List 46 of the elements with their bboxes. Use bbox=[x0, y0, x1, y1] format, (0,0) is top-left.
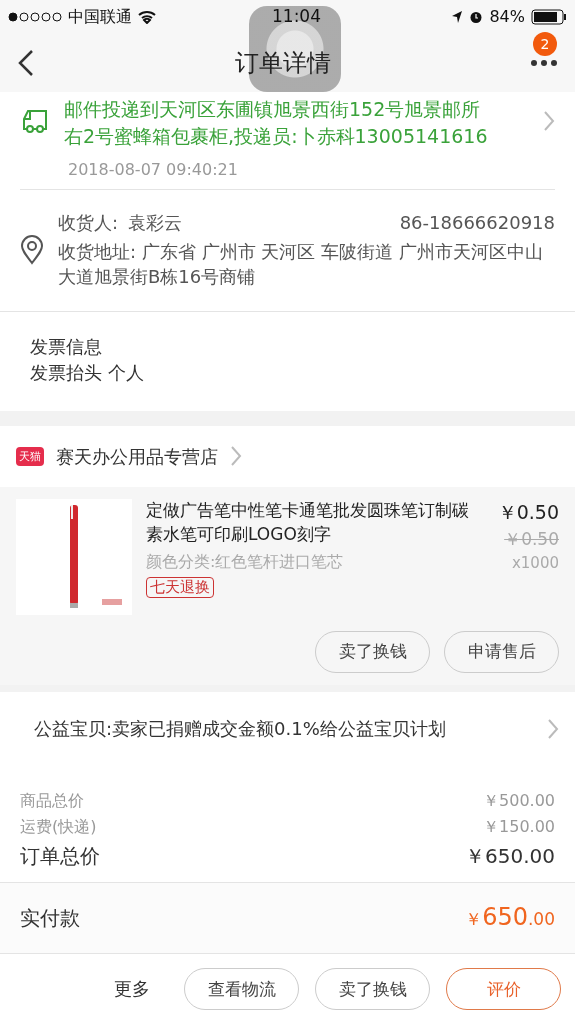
receiver-name: 袁彩云 bbox=[128, 210, 183, 235]
product-price: ￥0.50 bbox=[497, 499, 559, 525]
shop-name[interactable]: 赛天办公用品专营店 bbox=[56, 443, 218, 469]
back-icon[interactable] bbox=[18, 48, 34, 77]
product-action-button[interactable]: 申请售后 bbox=[444, 630, 559, 673]
location-pin-icon bbox=[20, 234, 44, 265]
invoice-detail: 发票抬头 个人 bbox=[30, 360, 145, 385]
receiver-label: 收货人: bbox=[58, 210, 119, 235]
location-icon bbox=[451, 9, 464, 24]
shop-badge: 天猫 bbox=[16, 446, 44, 466]
status-time: 11:04 bbox=[272, 4, 321, 28]
shipping-address: 收货地址: 广东省 广州市 天河区 车陂街道 广州市天河区中山大道旭景街B栋16号商铺 bbox=[58, 240, 544, 290]
summary-label: 运费(快递) bbox=[20, 816, 97, 838]
summary-value: ￥150.00 bbox=[483, 816, 555, 838]
more-icon[interactable] bbox=[531, 59, 557, 66]
logistics-status: 邮件投递到天河区东圃镇旭景西街152号旭景邮所右2号蜜蜂箱包裹柜,投递员:卜赤科13005141616 bbox=[64, 96, 489, 149]
order-action-button[interactable]: 卖了换钱 bbox=[315, 968, 430, 1010]
original-price: ￥0.50 bbox=[504, 527, 559, 551]
receiver-phone: 86-18666620918 bbox=[399, 210, 555, 235]
signal-icon bbox=[8, 11, 62, 22]
page-title: 订单详情 bbox=[234, 47, 331, 79]
paid-decimal: .00 bbox=[527, 909, 555, 930]
summary-value: ￥500.00 bbox=[483, 789, 555, 812]
paid-label: 实付款 bbox=[20, 905, 80, 933]
wifi-icon bbox=[138, 9, 156, 24]
order-action-button[interactable]: 查看物流 bbox=[184, 968, 299, 1010]
summary-label: 商品总价 bbox=[20, 789, 84, 812]
summary-value: ￥650.00 bbox=[465, 843, 555, 871]
product-title[interactable]: 定做广告笔中性笔卡通笔批发圆珠笔订制碳素水笔可印刷LOGO刻字 bbox=[146, 498, 484, 547]
carrier: 中国联通 bbox=[68, 5, 132, 28]
product-quantity: x1000 bbox=[511, 553, 559, 575]
paid-amount: 650 bbox=[482, 903, 528, 932]
alarm-icon bbox=[469, 9, 484, 24]
chevron-icon bbox=[230, 445, 242, 468]
chevron-icon bbox=[543, 109, 555, 132]
battery-icon bbox=[531, 8, 567, 25]
summary-label: 订单总价 bbox=[20, 843, 100, 871]
chevron-icon bbox=[547, 718, 559, 741]
product-action-button[interactable]: 卖了换钱 bbox=[315, 630, 430, 673]
battery-percent: 84% bbox=[489, 5, 525, 28]
product-sku: 颜色分类:红色笔杆进口笔芯 bbox=[146, 550, 345, 573]
more-link[interactable]: 更多 bbox=[114, 976, 150, 1002]
invoice-title: 发票信息 bbox=[30, 335, 103, 360]
paid-currency: ￥ bbox=[465, 909, 483, 930]
logistics-time: 2018-08-07 09:40:21 bbox=[68, 159, 239, 181]
return-policy-tag: 七天退换 bbox=[146, 576, 214, 598]
